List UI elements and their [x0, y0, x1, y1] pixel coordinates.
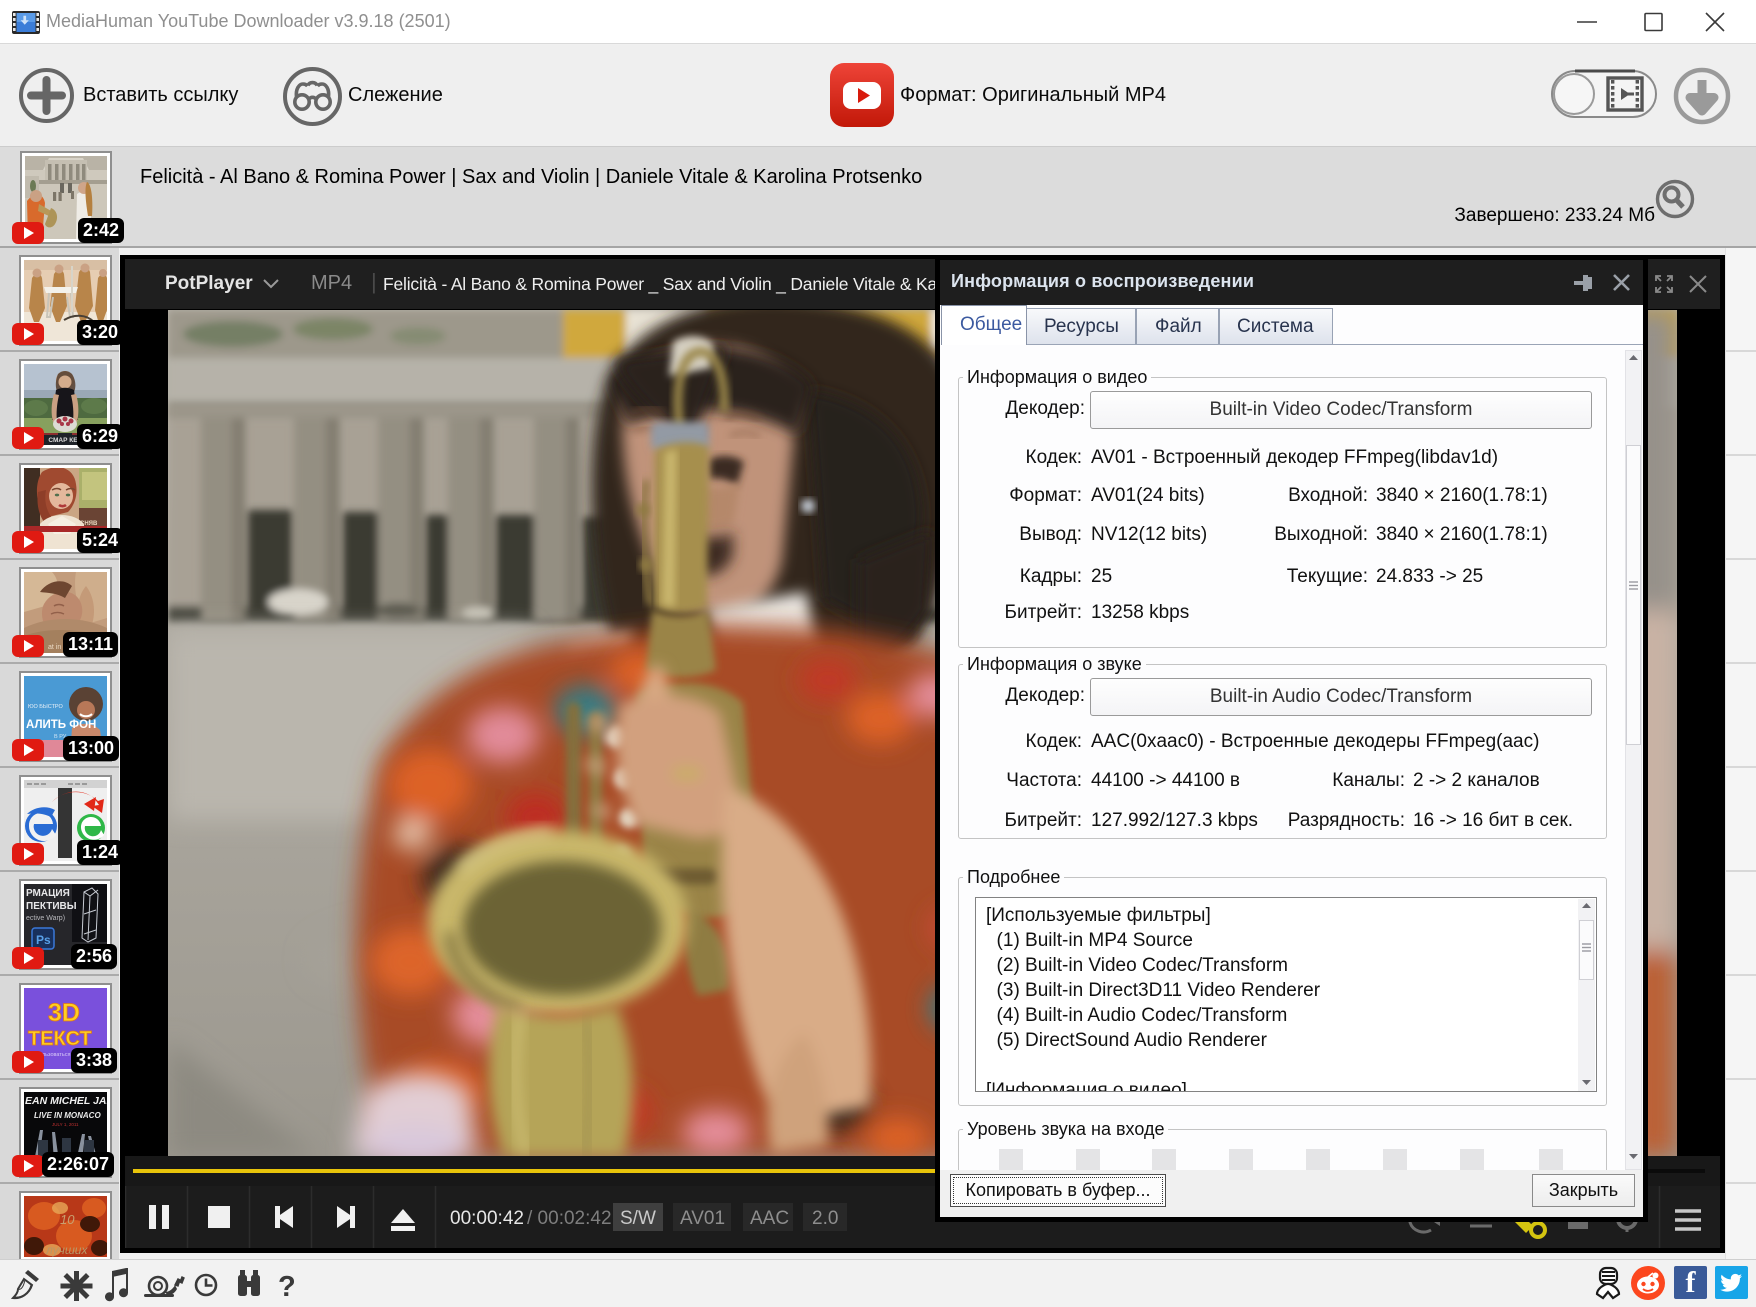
svg-text:EAN MICHEL JARR: EAN MICHEL JARR [25, 1095, 107, 1107]
svg-text:00:00:42: 00:00:42 [450, 1208, 524, 1229]
svg-text:лучших: лучших [45, 1243, 88, 1257]
svg-text:/ 00:02:42: / 00:02:42 [527, 1208, 612, 1229]
svg-text:2.0: 2.0 [812, 1208, 838, 1229]
svg-text:AAC: AAC [750, 1208, 789, 1229]
svg-text:JULY 1, 2011: JULY 1, 2011 [52, 1122, 79, 1127]
svg-text:S/W: S/W [620, 1208, 656, 1229]
svg-text:3D: 3D [48, 999, 80, 1027]
svg-text:АЛИТЬ ФОН: АЛИТЬ ФОН [26, 719, 96, 731]
svg-text:ПЕКТИВЫ: ПЕКТИВЫ [26, 901, 77, 912]
svg-text:10: 10 [60, 1212, 75, 1227]
svg-text:СНЯВ: СНЯВ [80, 521, 98, 527]
svg-text:РМАЦИЯ: РМАЦИЯ [26, 888, 70, 899]
svg-text:ТЕКСТ: ТЕКСТ [28, 1028, 92, 1050]
svg-text:AV01: AV01 [680, 1208, 725, 1229]
svg-text:ective Warp): ective Warp) [26, 915, 65, 922]
svg-text:ЮО БЫСТРО: ЮО БЫСТРО [28, 704, 63, 710]
svg-text:LIVE IN MONACO: LIVE IN MONACO [34, 1111, 101, 1120]
svg-text:Ps: Ps [36, 933, 51, 947]
svg-text:?: ? [278, 1271, 296, 1302]
